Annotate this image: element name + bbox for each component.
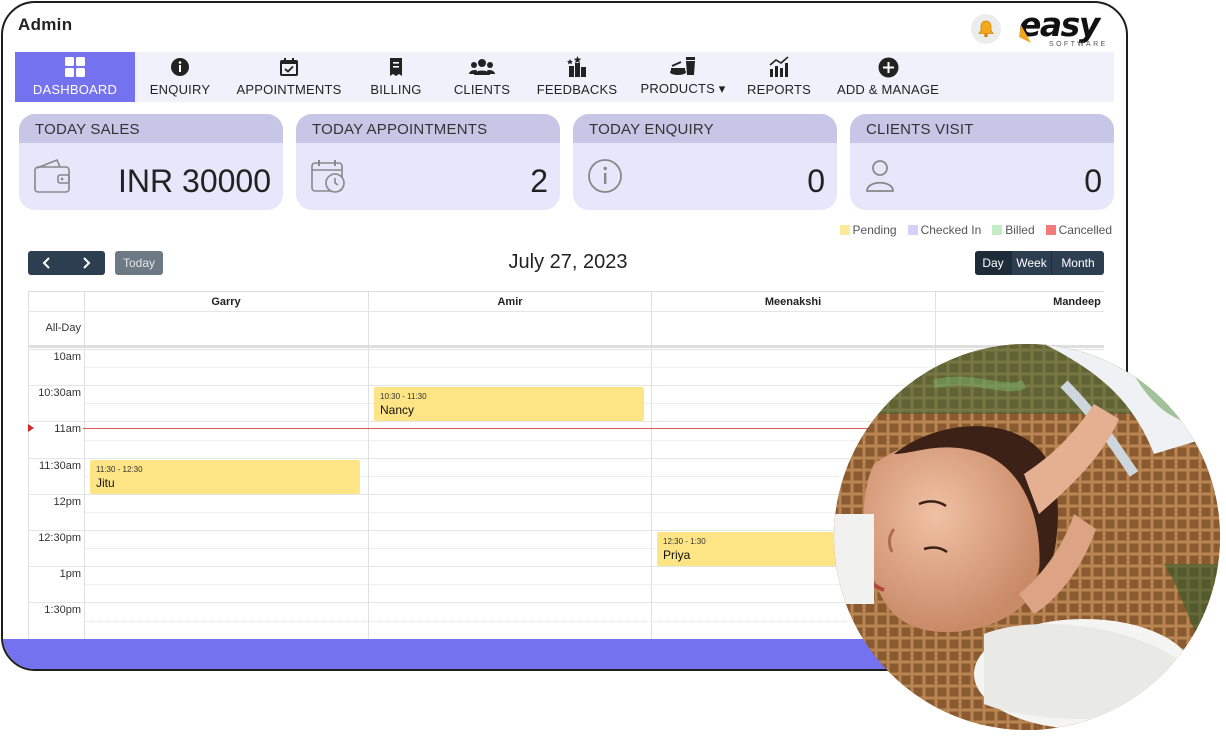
stat-card-value: INR 30000 [118,163,271,199]
nav-item-label: ENQUIRY [149,82,211,97]
nav-item-label: BILLING [370,82,422,97]
nav-item-add-manage[interactable]: ADD & MANAGE [821,52,955,102]
event-time: 11:30 - 12:30 [96,464,143,474]
status-legend: Pending Checked In Billed Cancelled [829,223,1112,237]
time-label: 12:30pm [38,532,81,544]
stat-card-today-appointments[interactable]: TODAY APPOINTMENTS 2 [296,114,560,210]
next-day-button[interactable] [67,251,106,275]
stat-card-title: TODAY ENQUIRY [573,114,837,143]
nav-item-dashboard[interactable]: DASHBOARD [15,52,135,102]
brand-logo: easy SOFTWARE [1019,5,1108,48]
notification-bell-icon[interactable] [971,14,1001,44]
stat-card-today-sales[interactable]: TODAY SALES INR 30000 [19,114,283,210]
legend-item-checked-in: Checked In [907,223,982,237]
legend-item-pending: Pending [839,223,897,237]
header-divider [28,311,1104,312]
legend-swatch [907,225,918,235]
calendar-clock-icon [310,158,348,201]
nav-item-label: FEEDBACKS [536,82,618,97]
nav-item-label: REPORTS [746,82,811,97]
nav-item-label: DASHBOARD [32,82,118,97]
legend-label: Checked In [920,223,982,237]
info-circle-icon [587,158,625,201]
prev-day-button[interactable] [28,251,67,275]
stat-card-title: CLIENTS VISIT [850,114,1114,143]
current-time-arrow-icon [28,424,34,433]
legend-item-billed: Billed [992,223,1035,237]
chevron-right-icon [83,257,91,269]
event-client-name: Nancy [380,403,415,418]
chart-icon [768,56,790,78]
staff-column-header: Meenakshi [764,296,822,308]
nav-item-appointments[interactable]: APPOINTMENTS [225,52,353,102]
stat-card-clients-visit[interactable]: CLIENTS VISIT 0 [850,114,1114,210]
main-nav: DASHBOARD ENQUIRY APPOINTMENTS BILLING CLIEN… [15,52,1114,102]
legend-item-cancelled: Cancelled [1045,223,1112,237]
feedback-icon [566,56,588,78]
stat-card-today-enquiry[interactable]: TODAY ENQUIRY 0 [573,114,837,210]
legend-label: Billed [1005,223,1035,237]
appointment-event[interactable]: 11:30 - 12:30 Jitu [90,459,360,494]
receipt-icon [387,56,405,78]
nav-item-label: APPOINTMENTS [236,82,342,97]
time-label: 11:30am [39,459,81,472]
all-day-divider [28,345,1104,348]
staff-column-header: Garry [211,296,241,308]
nav-item-feedbacks[interactable]: FEEDBACKS [525,52,629,102]
spa-massage-photo [834,344,1220,730]
nav-item-reports[interactable]: REPORTS [737,52,821,102]
view-day-button[interactable]: Day [975,251,1011,275]
today-button[interactable]: Today [115,251,163,275]
plus-circle-icon [878,56,899,78]
nav-item-enquiry[interactable]: ENQUIRY [135,52,225,102]
stat-card-title: TODAY APPOINTMENTS [296,114,560,143]
view-week-button[interactable]: Week [1011,251,1051,275]
wallet-icon [33,158,71,199]
time-label: 12pm [53,495,81,508]
event-client-name: Jitu [96,475,115,490]
appointment-event[interactable]: 10:30 - 11:30 Nancy [374,387,644,422]
calendar-icon [279,56,299,78]
app-title: Admin [18,15,73,34]
info-icon [170,56,190,78]
staff-column-header: Amir [497,296,523,308]
staff-column-header: Mandeep [1053,296,1101,308]
nav-item-label: ADD & MANAGE [836,82,940,97]
time-slot-line [28,349,1104,350]
legend-swatch [992,225,1003,235]
all-day-label: All-Day [45,322,81,334]
nav-item-products[interactable]: PRODUCTS ▾ [629,52,737,102]
stat-card-value: 0 [1084,163,1102,199]
nav-item-label: PRODUCTS ▾ [640,81,726,96]
legend-swatch [839,225,850,235]
legend-label: Cancelled [1058,223,1112,237]
products-icon [669,55,697,77]
time-label: 11am [54,423,81,436]
nav-item-label: CLIENTS [453,82,511,97]
nav-item-clients[interactable]: CLIENTS [439,52,525,102]
users-icon [469,56,495,78]
stat-card-value: 0 [807,163,825,199]
stat-card-title: TODAY SALES [19,114,283,143]
chevron-left-icon [42,257,50,269]
nav-item-billing[interactable]: BILLING [353,52,439,102]
time-label: 10:30am [38,387,81,400]
dashboard-icon [64,56,86,78]
calendar-date-title: July 27, 2023 [508,251,628,273]
stat-card-value: 2 [530,163,548,199]
calendar-nav-buttons [28,251,105,275]
time-label: 1:30pm [44,604,81,617]
legend-swatch [1045,225,1056,235]
view-switcher: Day Week Month [975,251,1104,275]
time-label: 1pm [59,568,81,581]
view-month-button[interactable]: Month [1051,251,1104,275]
legend-label: Pending [852,223,897,237]
user-icon [864,158,896,199]
time-label: 10am [53,351,81,363]
event-time: 10:30 - 11:30 [380,392,427,402]
